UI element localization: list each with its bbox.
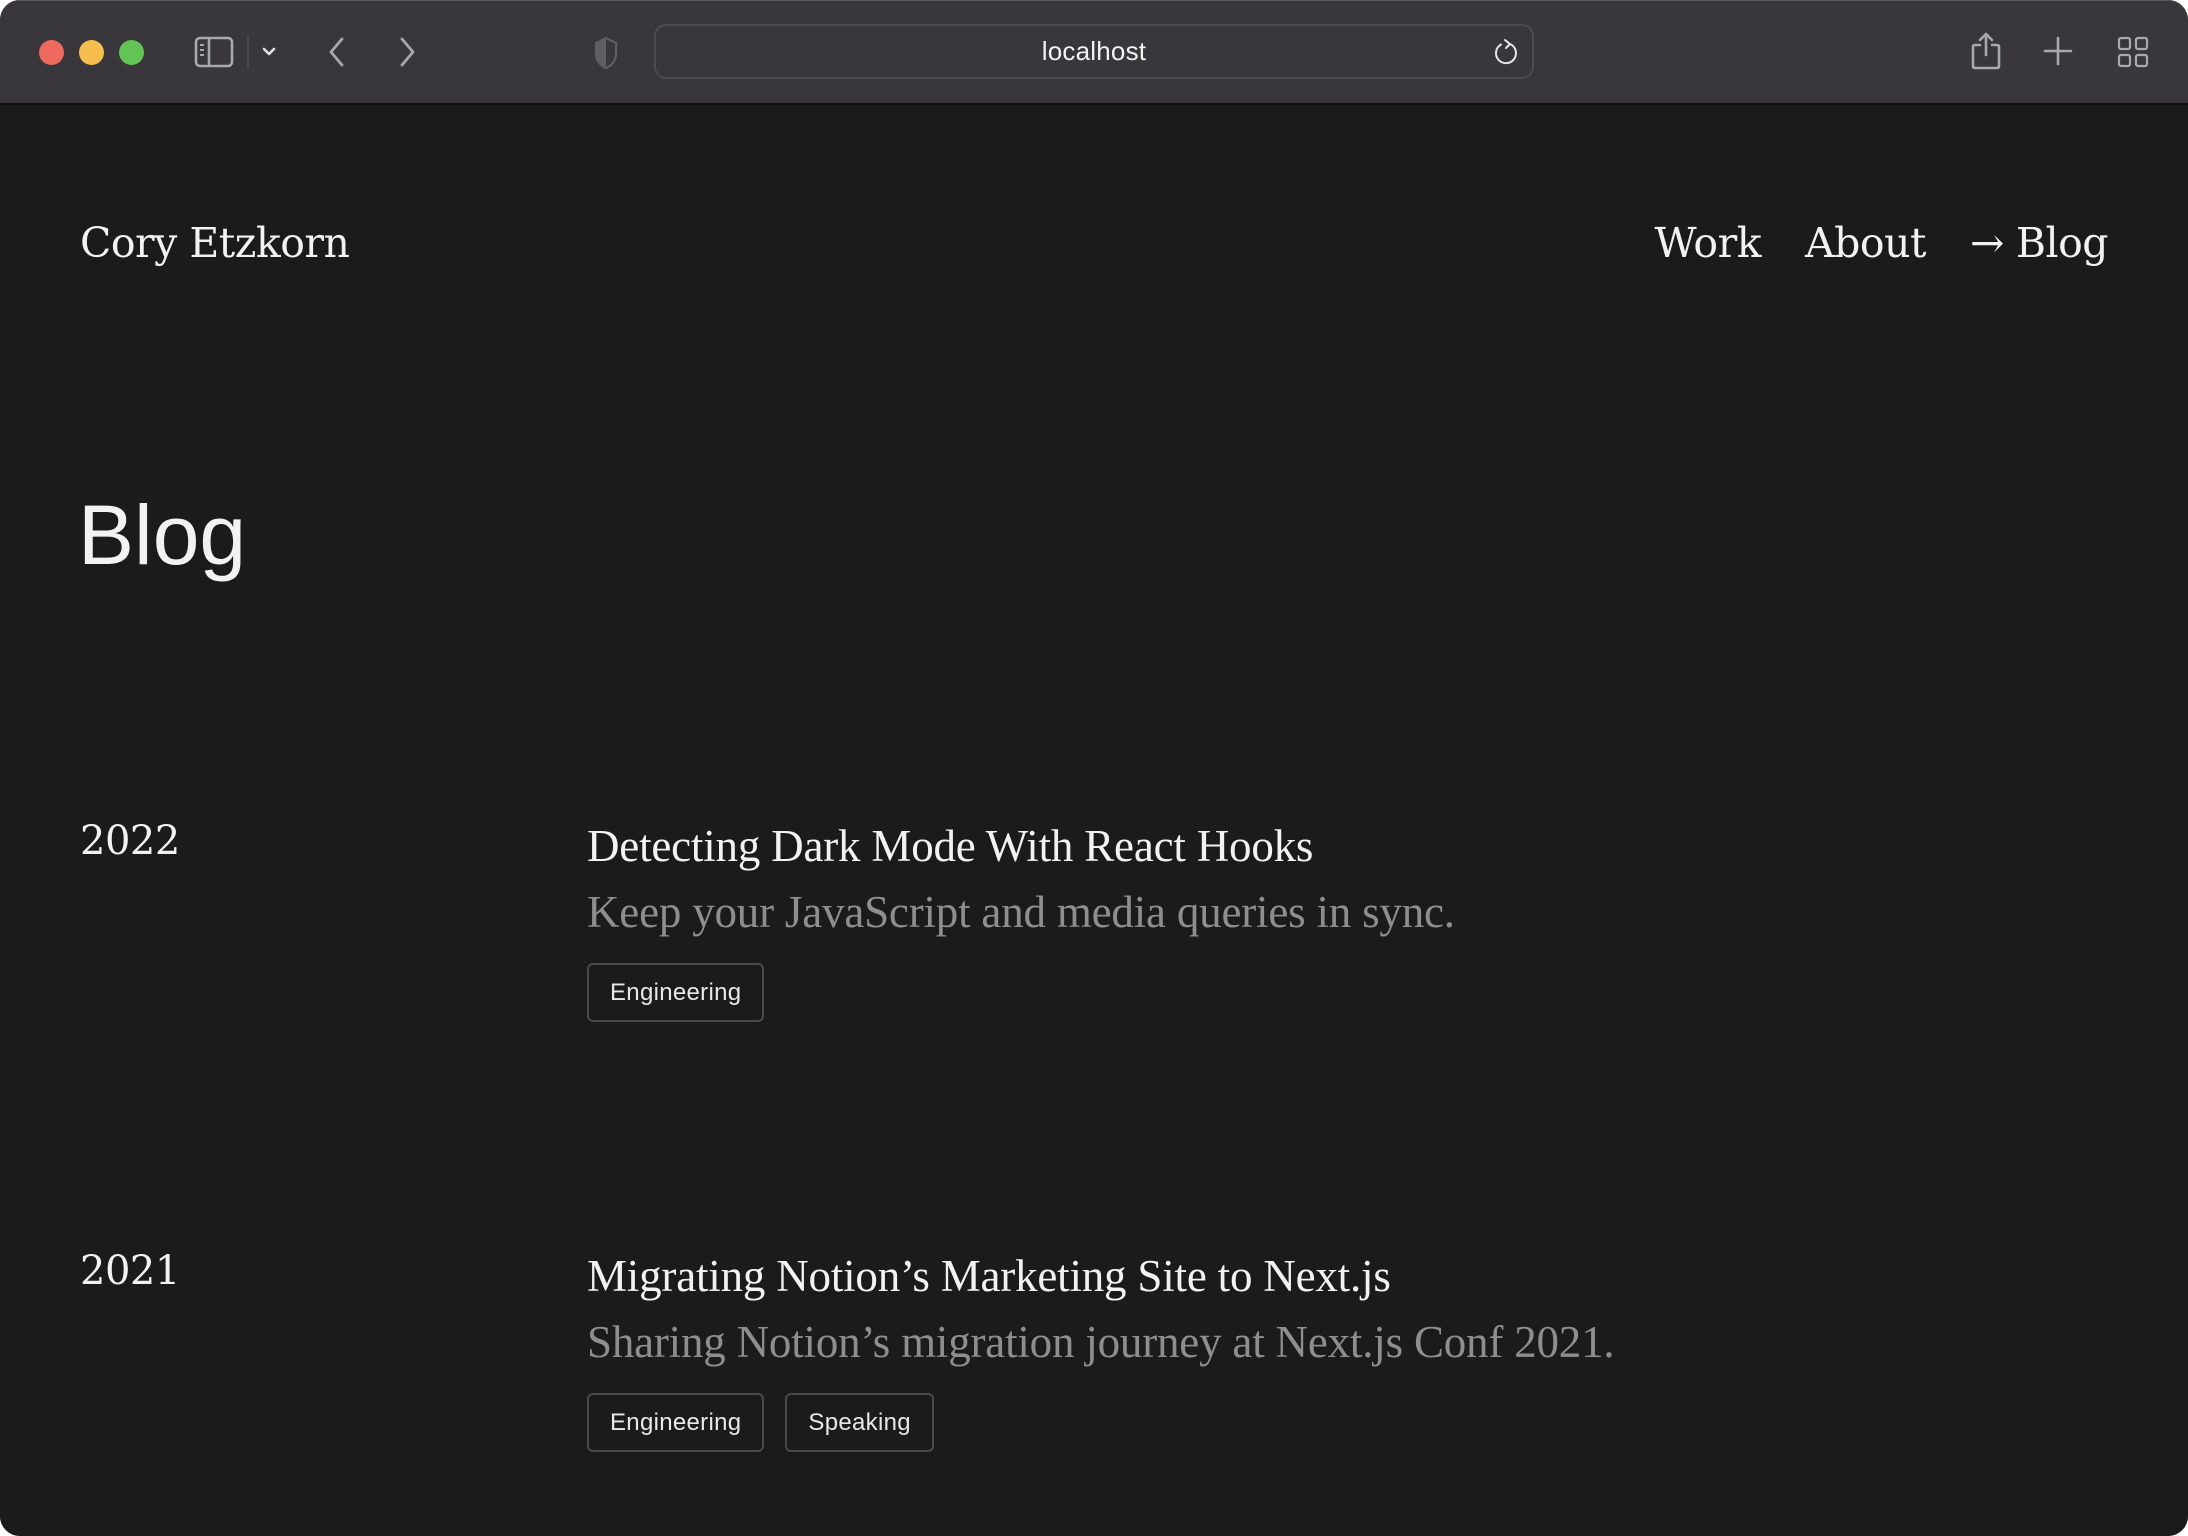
reload-button[interactable] [1490, 36, 1522, 68]
back-button[interactable] [322, 34, 352, 70]
zoom-window-button[interactable] [119, 40, 144, 65]
post-tags: Engineering [587, 963, 2087, 1022]
post-year: 2021 [80, 1248, 180, 1294]
plus-icon [2043, 36, 2073, 66]
post-title-link[interactable]: Migrating Notion’s Marketing Site to Nex… [587, 1248, 2087, 1304]
tag-engineering[interactable]: Engineering [587, 1393, 765, 1452]
minimize-window-button[interactable] [79, 40, 104, 65]
share-icon [1971, 32, 2001, 70]
reload-icon [1495, 39, 1517, 65]
post-tags: Engineering Speaking [587, 1393, 2087, 1452]
browser-window: localhost Cory Etzkorn Work About → Blog… [0, 0, 2188, 1536]
post-body: Detecting Dark Mode With React Hooks Kee… [587, 818, 2087, 1022]
chevron-right-icon [400, 37, 415, 67]
post-year: 2022 [80, 818, 180, 864]
sidebar-toggle-button[interactable] [194, 35, 234, 69]
address-bar[interactable]: localhost [654, 24, 1534, 79]
toolbar-divider [247, 34, 249, 70]
tag-speaking[interactable]: Speaking [785, 1393, 934, 1452]
browser-toolbar: localhost [0, 0, 2188, 105]
page-title: Blog [78, 488, 247, 582]
tab-overview-button[interactable] [2116, 35, 2150, 69]
main-nav: Work About → Blog [1655, 219, 2109, 267]
privacy-report-button[interactable] [590, 34, 622, 72]
post-title-link[interactable]: Detecting Dark Mode With React Hooks [587, 818, 2087, 874]
share-button[interactable] [1968, 30, 2004, 72]
address-bar-url[interactable]: localhost [656, 26, 1532, 77]
site-name-link[interactable]: Cory Etzkorn [80, 219, 350, 267]
new-tab-button[interactable] [2042, 35, 2074, 67]
chevron-down-icon [262, 47, 276, 56]
tag-engineering[interactable]: Engineering [587, 963, 765, 1022]
post-description: Sharing Notion’s migration journey at Ne… [587, 1317, 1615, 1367]
post-body: Migrating Notion’s Marketing Site to Nex… [587, 1248, 2087, 1452]
chevron-left-icon [329, 37, 344, 67]
nav-link-blog[interactable]: → Blog [1969, 219, 2109, 267]
nav-link-work[interactable]: Work [1655, 219, 1762, 267]
forward-button[interactable] [392, 34, 422, 70]
nav-link-blog-label: Blog [2015, 219, 2109, 267]
page-content: Cory Etzkorn Work About → Blog Blog 2022 … [0, 105, 2188, 1536]
active-arrow-icon: → [1969, 219, 2004, 267]
post-description: Keep your JavaScript and media queries i… [587, 887, 1455, 937]
close-window-button[interactable] [39, 40, 64, 65]
nav-link-about[interactable]: About [1805, 219, 1926, 267]
sidebar-menu-button[interactable] [258, 42, 280, 62]
grid-icon [2117, 36, 2149, 68]
shield-icon [594, 36, 618, 70]
sidebar-icon [194, 36, 234, 68]
